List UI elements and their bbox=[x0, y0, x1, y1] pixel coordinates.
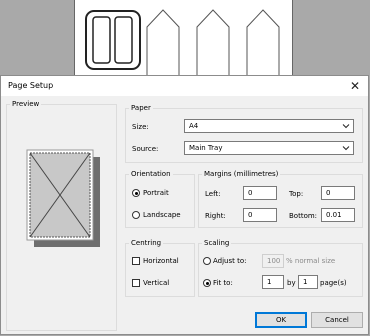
top-margin-label: Top: bbox=[289, 190, 304, 198]
source-select[interactable]: Main Tray bbox=[184, 141, 354, 155]
page-setup-dialog: Page Setup ✕ Preview Paper Size: A4 Sour… bbox=[0, 75, 369, 335]
top-margin-field[interactable]: 0 bbox=[321, 186, 355, 200]
fit-to-label[interactable]: Fit to: bbox=[213, 279, 233, 287]
bottom-margin-label: Bottom: bbox=[289, 212, 318, 220]
horizontal-label[interactable]: Horizontal bbox=[143, 257, 179, 265]
portrait-label[interactable]: Portrait bbox=[143, 189, 169, 197]
portrait-radio[interactable] bbox=[132, 189, 140, 197]
right-margin-label: Right: bbox=[205, 212, 226, 220]
centring-label: Centring bbox=[129, 239, 164, 247]
scaling-label: Scaling bbox=[202, 239, 232, 247]
top-margin-value: 0 bbox=[326, 189, 331, 197]
fit-to-radio[interactable] bbox=[203, 279, 211, 287]
paper-label: Paper bbox=[129, 104, 153, 112]
bottom-margin-value: 0.01 bbox=[326, 211, 342, 219]
background-drawing bbox=[85, 9, 280, 76]
close-icon[interactable]: ✕ bbox=[348, 79, 362, 93]
pages-label: page(s) bbox=[320, 279, 347, 287]
source-label: Source: bbox=[132, 145, 159, 153]
vertical-checkbox[interactable] bbox=[132, 279, 140, 287]
centring-group: Centring bbox=[125, 239, 195, 297]
chevron-down-icon bbox=[342, 146, 350, 151]
title-bar: Page Setup ✕ bbox=[1, 76, 368, 96]
fit-to-width-field[interactable]: 1 bbox=[262, 275, 284, 289]
left-margin-field[interactable]: 0 bbox=[243, 186, 277, 200]
by-label: by bbox=[287, 279, 296, 287]
horizontal-checkbox[interactable] bbox=[132, 257, 140, 265]
chevron-down-icon bbox=[342, 124, 350, 129]
page-preview-icon bbox=[26, 149, 100, 247]
landscape-radio[interactable] bbox=[132, 211, 140, 219]
ok-button[interactable]: OK bbox=[255, 312, 307, 328]
fit-to-height-value: 1 bbox=[303, 278, 308, 286]
preview-group: Preview bbox=[6, 100, 117, 331]
size-value: A4 bbox=[189, 122, 199, 130]
source-value: Main Tray bbox=[189, 144, 223, 152]
fit-to-height-field[interactable]: 1 bbox=[298, 275, 318, 289]
margins-label: Margins (millimetres) bbox=[202, 170, 281, 178]
cancel-button[interactable]: Cancel bbox=[311, 312, 363, 328]
right-margin-field[interactable]: 0 bbox=[243, 208, 277, 222]
orientation-group: Orientation bbox=[125, 170, 195, 228]
adjust-to-value: 100 bbox=[267, 257, 281, 265]
size-label: Size: bbox=[132, 123, 149, 131]
bottom-margin-field[interactable]: 0.01 bbox=[321, 208, 355, 222]
left-margin-value: 0 bbox=[248, 189, 253, 197]
vertical-label[interactable]: Vertical bbox=[143, 279, 169, 287]
left-margin-label: Left: bbox=[205, 190, 221, 198]
fit-to-width-value: 1 bbox=[267, 278, 272, 286]
right-margin-value: 0 bbox=[248, 211, 253, 219]
adjust-to-field[interactable]: 100 bbox=[262, 254, 284, 268]
dialog-title: Page Setup bbox=[8, 81, 54, 90]
normal-size-suffix: % normal size bbox=[286, 257, 336, 265]
preview-label: Preview bbox=[10, 100, 42, 108]
orientation-label: Orientation bbox=[129, 170, 173, 178]
size-select[interactable]: A4 bbox=[184, 119, 354, 133]
adjust-to-radio[interactable] bbox=[203, 257, 211, 265]
landscape-label[interactable]: Landscape bbox=[143, 211, 181, 219]
adjust-to-label[interactable]: Adjust to: bbox=[213, 257, 247, 265]
background-document bbox=[74, 0, 293, 77]
